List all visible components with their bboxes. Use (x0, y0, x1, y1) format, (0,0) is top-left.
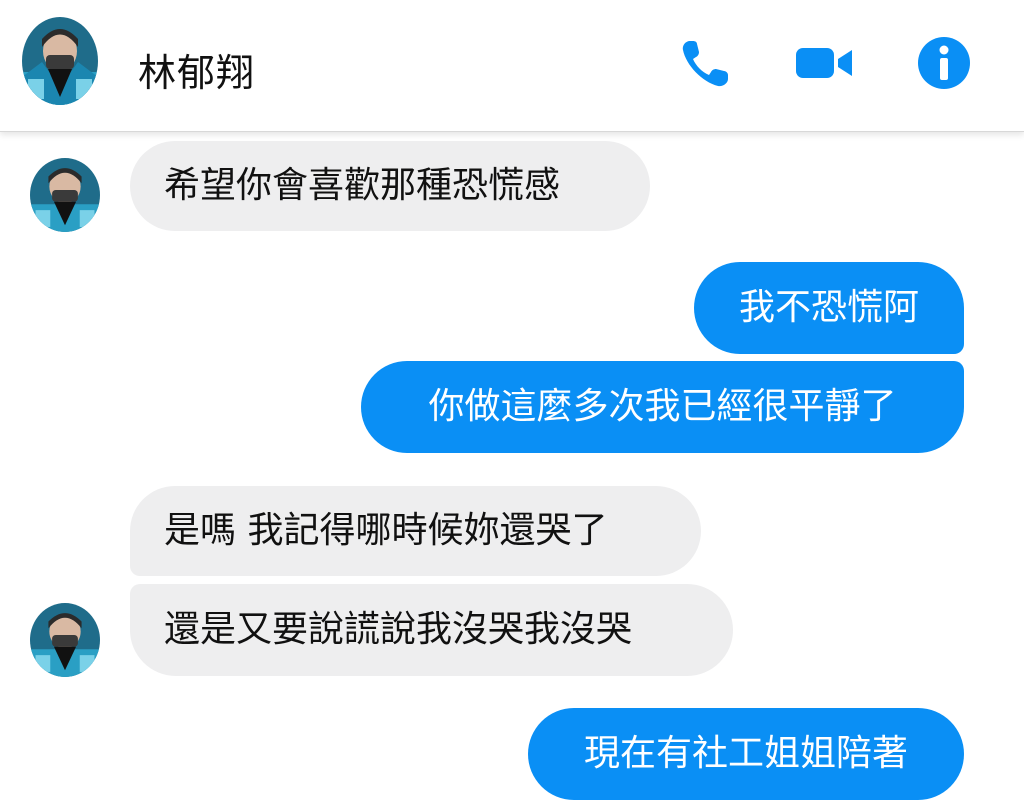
phone-icon[interactable] (676, 33, 736, 93)
message-text: 我不恐慌阿 (738, 287, 919, 328)
message-text: 希望你會喜歡那種恐慌感 (164, 165, 561, 206)
message-text: 現在有社工姐姐陪著 (583, 733, 908, 774)
message-text: 你做這麼多次我已經很平靜了 (428, 386, 897, 427)
incoming-message-bubble[interactable]: 希望你會喜歡那種恐慌感 (130, 141, 650, 231)
message-text: 是嗎 我記得哪時候妳還哭了 (164, 510, 608, 551)
contact-avatar-small[interactable] (30, 603, 100, 677)
outgoing-message-bubble[interactable]: 我不恐慌阿 (694, 262, 964, 354)
video-camera-icon[interactable] (794, 33, 854, 93)
message-text: 還是又要說謊說我沒哭我沒哭 (164, 609, 633, 650)
outgoing-message-bubble[interactable]: 你做這麼多次我已經很平靜了 (361, 361, 964, 453)
contact-name: 林郁翔 (138, 51, 256, 95)
contact-avatar-small[interactable] (30, 158, 100, 232)
chat-header: 林郁翔 (0, 0, 1024, 132)
incoming-message-bubble[interactable]: 還是又要說謊說我沒哭我沒哭 (130, 584, 733, 676)
contact-avatar[interactable] (22, 17, 98, 105)
outgoing-message-bubble[interactable]: 現在有社工姐姐陪著 (528, 708, 964, 800)
info-icon[interactable] (914, 33, 974, 93)
incoming-message-bubble[interactable]: 是嗎 我記得哪時候妳還哭了 (130, 486, 701, 576)
